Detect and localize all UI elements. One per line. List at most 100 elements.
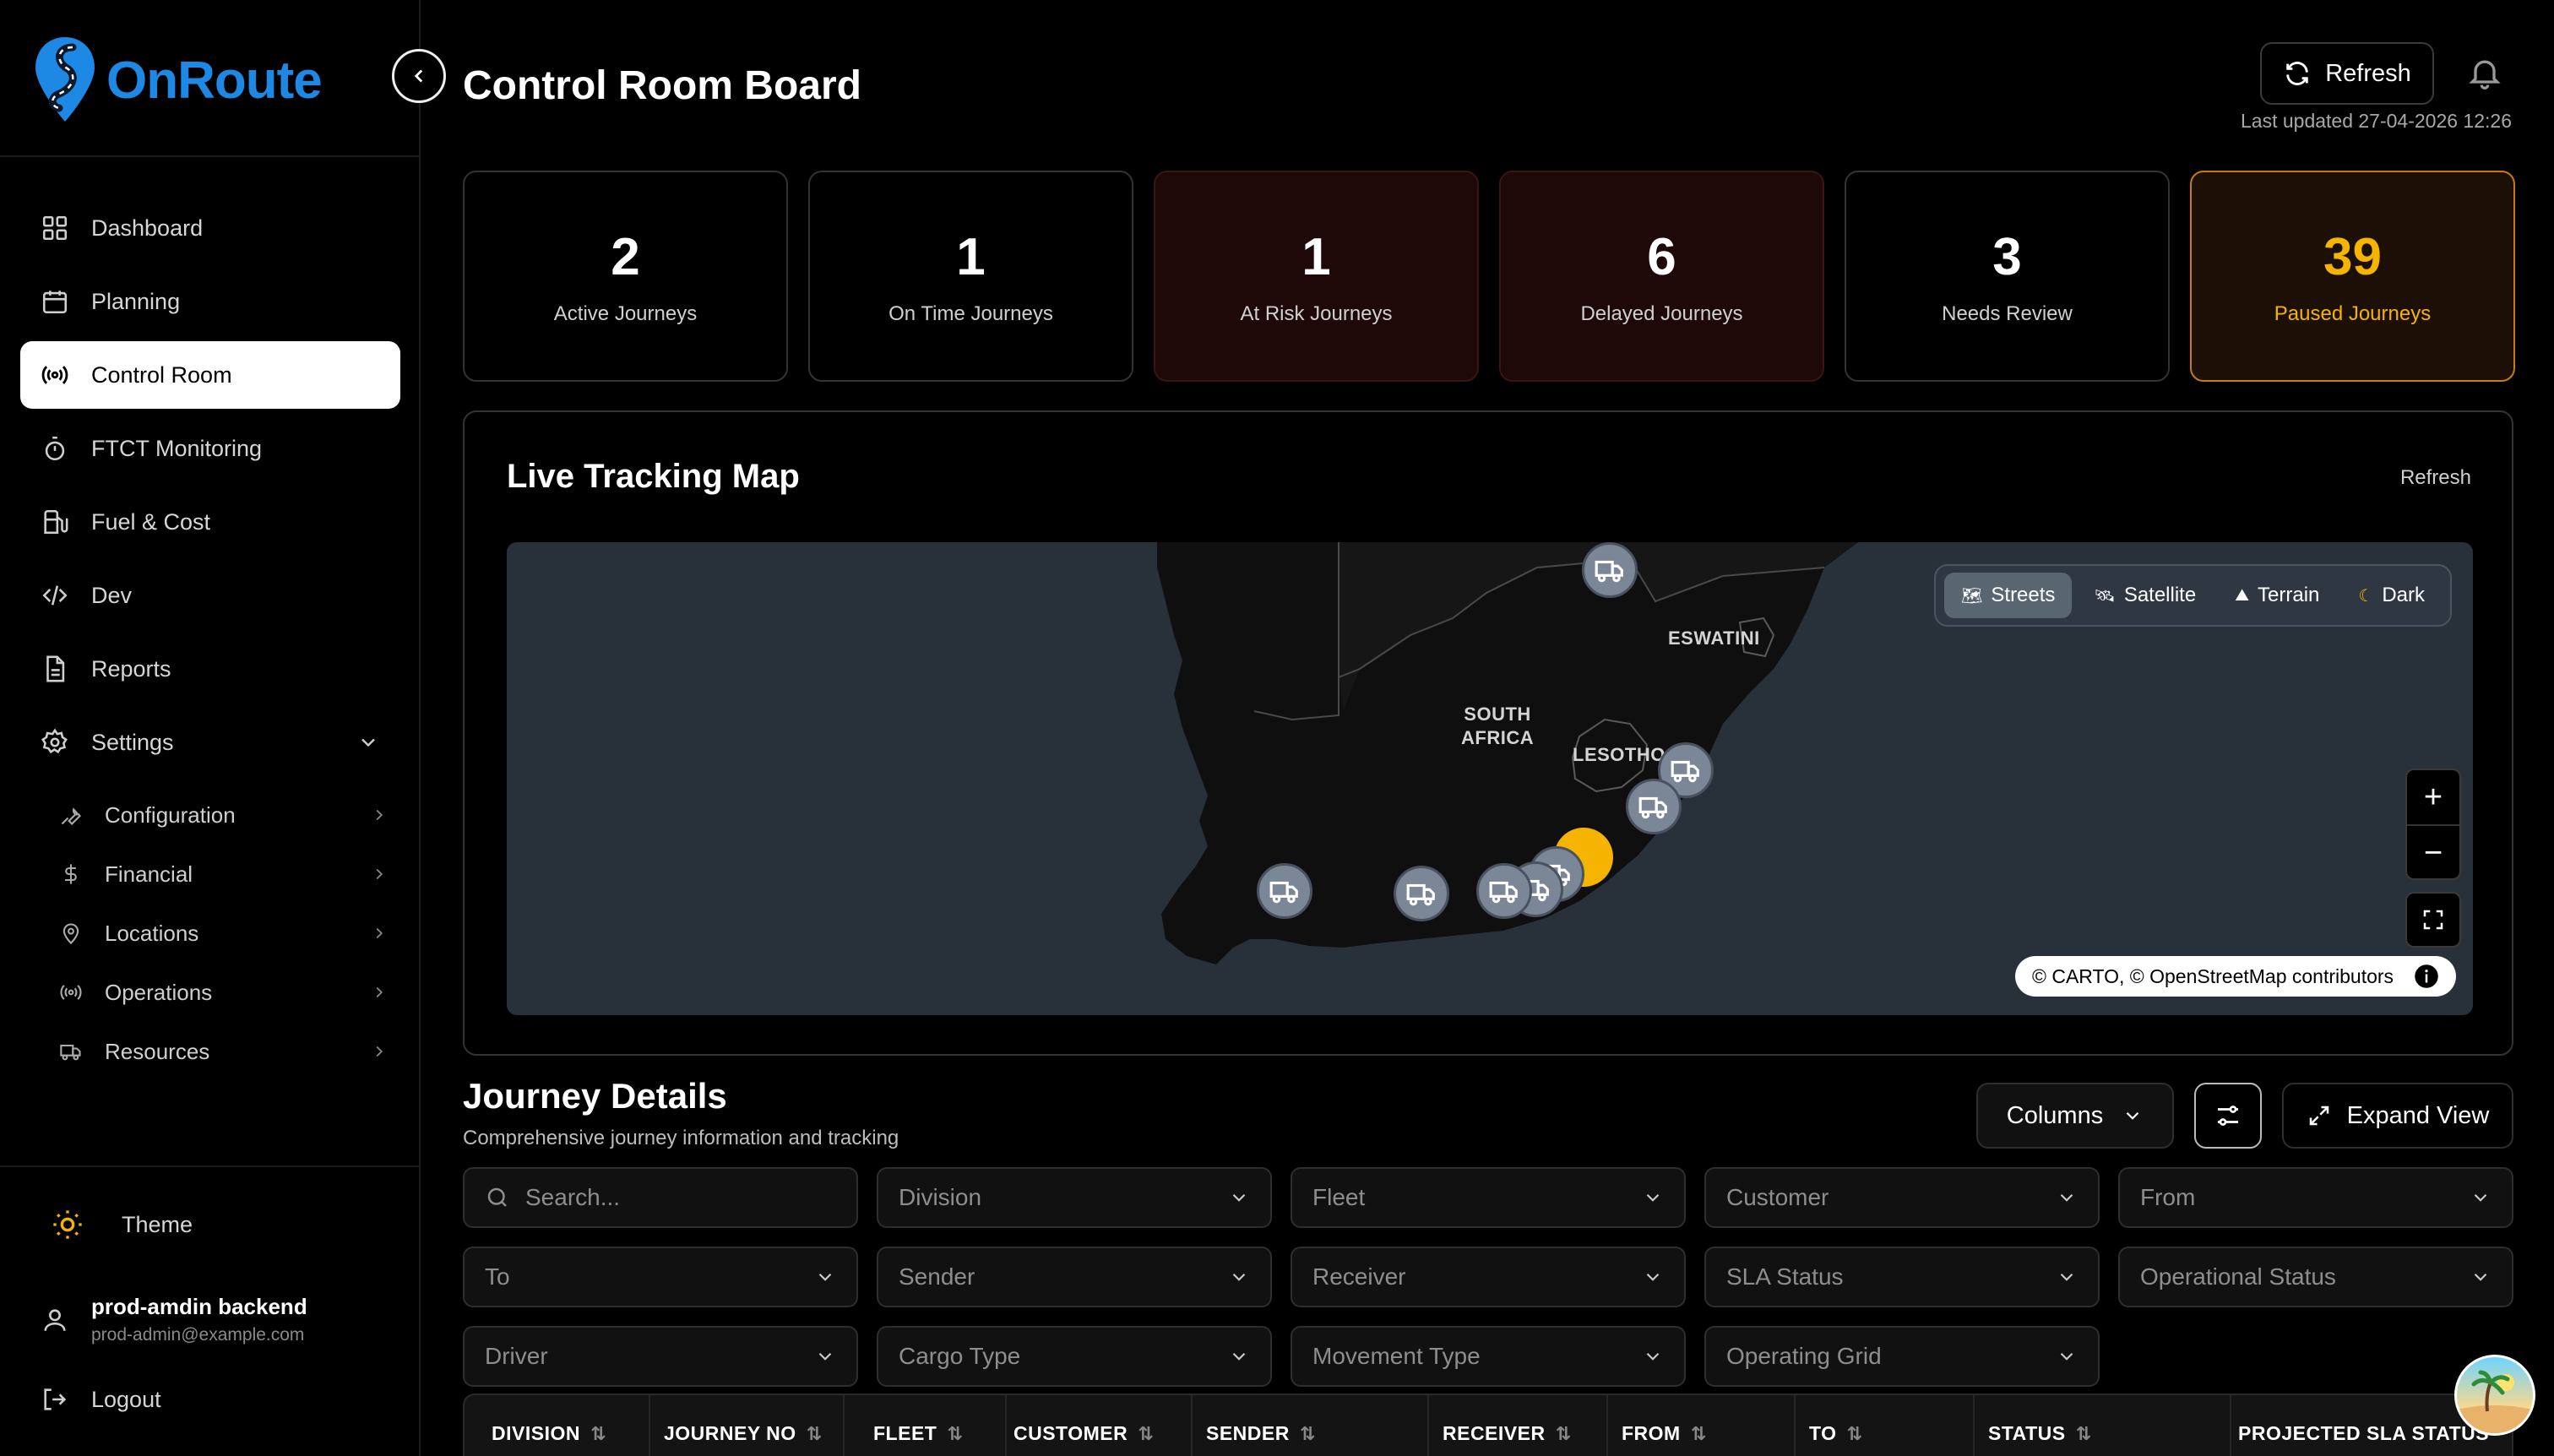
vehicle-marker[interactable] bbox=[1582, 542, 1638, 598]
zoom-in-button[interactable]: + bbox=[2407, 770, 2459, 824]
vehicle-marker[interactable] bbox=[1394, 866, 1449, 921]
sidebar-item-fuel-cost[interactable]: Fuel & Cost bbox=[20, 488, 400, 556]
theme-toggle[interactable]: Theme bbox=[51, 1208, 193, 1241]
fleet-select[interactable]: Fleet bbox=[1291, 1167, 1686, 1228]
sidebar-subitem-resources[interactable]: Resources bbox=[59, 1022, 389, 1081]
user-profile[interactable]: prod-amdin backend prod-admin@example.co… bbox=[41, 1294, 307, 1345]
select-label: Operational Status bbox=[2140, 1263, 2336, 1290]
sidebar-item-ftct-monitoring[interactable]: FTCT Monitoring bbox=[20, 415, 400, 482]
receiver-select[interactable]: Receiver bbox=[1291, 1247, 1686, 1307]
vehicle-marker[interactable] bbox=[1257, 863, 1312, 919]
column-header-journey-no[interactable]: JOURNEY NO ⇅ bbox=[664, 1422, 823, 1445]
stat-cards: 2 Active Journeys 1 On Time Journeys 1 A… bbox=[463, 171, 2515, 382]
attribution-text: © CARTO, © OpenStreetMap contributors bbox=[2032, 964, 2394, 987]
sidebar-subitem-label: Locations bbox=[105, 920, 199, 946]
driver-select[interactable]: Driver bbox=[463, 1326, 858, 1387]
sidebar-item-label: Fuel & Cost bbox=[91, 508, 211, 535]
bell-icon[interactable] bbox=[2466, 54, 2503, 91]
truck-icon bbox=[1406, 883, 1435, 906]
expand-view-button[interactable]: Expand View bbox=[2282, 1083, 2513, 1149]
vehicle-marker[interactable] bbox=[1626, 779, 1682, 834]
stat-value: 39 bbox=[2323, 227, 2382, 286]
moon-icon: ☾ bbox=[2358, 586, 2374, 606]
sidebar-item-reports[interactable]: Reports bbox=[20, 635, 400, 703]
customer-select[interactable]: Customer bbox=[1704, 1167, 2100, 1228]
to-select[interactable]: To bbox=[463, 1247, 858, 1307]
column-header-from[interactable]: FROM ⇅ bbox=[1622, 1422, 1707, 1445]
search-input[interactable] bbox=[525, 1184, 829, 1211]
sidebar-subitem-operations[interactable]: Operations bbox=[59, 963, 389, 1022]
sidebar-item-dev[interactable]: Dev bbox=[20, 562, 400, 629]
movement-type-select[interactable]: Movement Type bbox=[1291, 1326, 1686, 1387]
fullscreen-button[interactable] bbox=[2405, 892, 2461, 948]
sidebar-item-settings[interactable]: Settings bbox=[20, 709, 400, 776]
logout-button[interactable]: Logout bbox=[41, 1385, 161, 1414]
column-header-to[interactable]: TO ⇅ bbox=[1809, 1422, 1862, 1445]
sender-select[interactable]: Sender bbox=[877, 1247, 1272, 1307]
user-name: prod-amdin backend bbox=[91, 1294, 307, 1319]
assistant-avatar-button[interactable] bbox=[2454, 1355, 2535, 1436]
info-icon[interactable] bbox=[2414, 964, 2439, 989]
stat-label: Needs Review bbox=[1942, 302, 2073, 325]
collapse-sidebar-button[interactable] bbox=[392, 49, 446, 103]
operational-status-select[interactable]: Operational Status bbox=[2118, 1247, 2513, 1307]
map-refresh-link[interactable]: Refresh bbox=[2400, 466, 2471, 490]
map-layer-switch: 🗺 Streets 🛰 Satellite ⛰ Terrain ☾ Dark bbox=[1934, 564, 2452, 627]
column-header-status[interactable]: STATUS ⇅ bbox=[1988, 1422, 2092, 1445]
column-header-fleet[interactable]: FLEET ⇅ bbox=[873, 1422, 963, 1445]
operating-grid-select[interactable]: Operating Grid bbox=[1704, 1326, 2100, 1387]
sidebar-item-planning[interactable]: Planning bbox=[20, 268, 400, 335]
sidebar-item-control-room[interactable]: Control Room bbox=[20, 341, 400, 409]
stat-card-paused[interactable]: 39 Paused Journeys bbox=[2190, 171, 2515, 382]
select-label: Cargo Type bbox=[899, 1343, 1021, 1369]
layer-streets-button[interactable]: 🗺 Streets bbox=[1944, 573, 2073, 618]
column-header-sender[interactable]: SENDER ⇅ bbox=[1206, 1422, 1316, 1445]
select-label: Movement Type bbox=[1312, 1343, 1481, 1369]
zoom-controls: + − bbox=[2405, 769, 2461, 880]
layer-dark-button[interactable]: ☾ Dark bbox=[2341, 573, 2442, 618]
column-header-customer[interactable]: CUSTOMER ⇅ bbox=[1013, 1422, 1154, 1445]
column-header-division[interactable]: DIVISION ⇅ bbox=[492, 1422, 606, 1445]
zoom-out-button[interactable]: − bbox=[2407, 826, 2459, 880]
sidebar-subitem-configuration[interactable]: Configuration bbox=[59, 785, 389, 845]
vehicle-marker[interactable] bbox=[1476, 863, 1532, 919]
column-divider bbox=[1005, 1395, 1007, 1456]
sla-status-select[interactable]: SLA Status bbox=[1704, 1247, 2100, 1307]
gear-icon bbox=[41, 728, 68, 754]
filter-settings-button[interactable] bbox=[2194, 1083, 2262, 1149]
from-select[interactable]: From bbox=[2118, 1167, 2513, 1228]
stat-label: Paused Journeys bbox=[2274, 302, 2432, 325]
columns-button[interactable]: Columns bbox=[1976, 1083, 2174, 1149]
cargo-type-select[interactable]: Cargo Type bbox=[877, 1326, 1272, 1387]
column-header-projected-sla-status[interactable]: PROJECTED SLA STATUS bbox=[2238, 1422, 2489, 1445]
route-pin-icon bbox=[35, 37, 95, 122]
layer-satellite-button[interactable]: 🛰 Satellite bbox=[2077, 573, 2213, 618]
stat-card-needs-review[interactable]: 3 Needs Review bbox=[1845, 171, 2170, 382]
refresh-label: Refresh bbox=[2325, 59, 2411, 87]
document-icon bbox=[46, 655, 65, 682]
chevron-right-icon bbox=[376, 809, 383, 821]
select-label: Fleet bbox=[1312, 1184, 1366, 1210]
map-canvas[interactable]: SOUTH AFRICA LESOTHO ESWATINI 🗺 Streets … bbox=[507, 542, 2473, 1015]
column-header-receiver[interactable]: RECEIVER ⇅ bbox=[1443, 1422, 1572, 1445]
stat-card-at-risk[interactable]: 1 At Risk Journeys bbox=[1154, 171, 1479, 382]
stat-card-active[interactable]: 2 Active Journeys bbox=[463, 171, 788, 382]
stat-label: Delayed Journeys bbox=[1580, 302, 1743, 325]
brand-logo[interactable]: OnRoute bbox=[32, 34, 323, 127]
sliders-icon bbox=[2218, 1106, 2238, 1126]
stat-card-delayed[interactable]: 6 Delayed Journeys bbox=[1499, 171, 1824, 382]
division-select[interactable]: Division bbox=[877, 1167, 1272, 1228]
sidebar-item-dashboard[interactable]: Dashboard bbox=[20, 194, 400, 262]
sidebar-subitem-locations[interactable]: Locations bbox=[59, 904, 389, 963]
column-label: RECEIVER bbox=[1443, 1422, 1546, 1444]
search-field[interactable] bbox=[463, 1167, 858, 1228]
layer-terrain-button[interactable]: ⛰ Terrain bbox=[2218, 573, 2336, 618]
stat-card-on-time[interactable]: 1 On Time Journeys bbox=[808, 171, 1133, 382]
chevron-down-icon bbox=[2474, 1273, 2487, 1281]
sidebar-subitem-financial[interactable]: Financial bbox=[59, 845, 389, 904]
column-label: TO bbox=[1809, 1422, 1837, 1444]
truck-icon bbox=[1489, 881, 1518, 904]
journey-details-title: Journey Details bbox=[463, 1076, 727, 1116]
journey-details-subtitle: Comprehensive journey information and tr… bbox=[463, 1127, 899, 1149]
refresh-button[interactable]: Refresh bbox=[2260, 42, 2434, 105]
